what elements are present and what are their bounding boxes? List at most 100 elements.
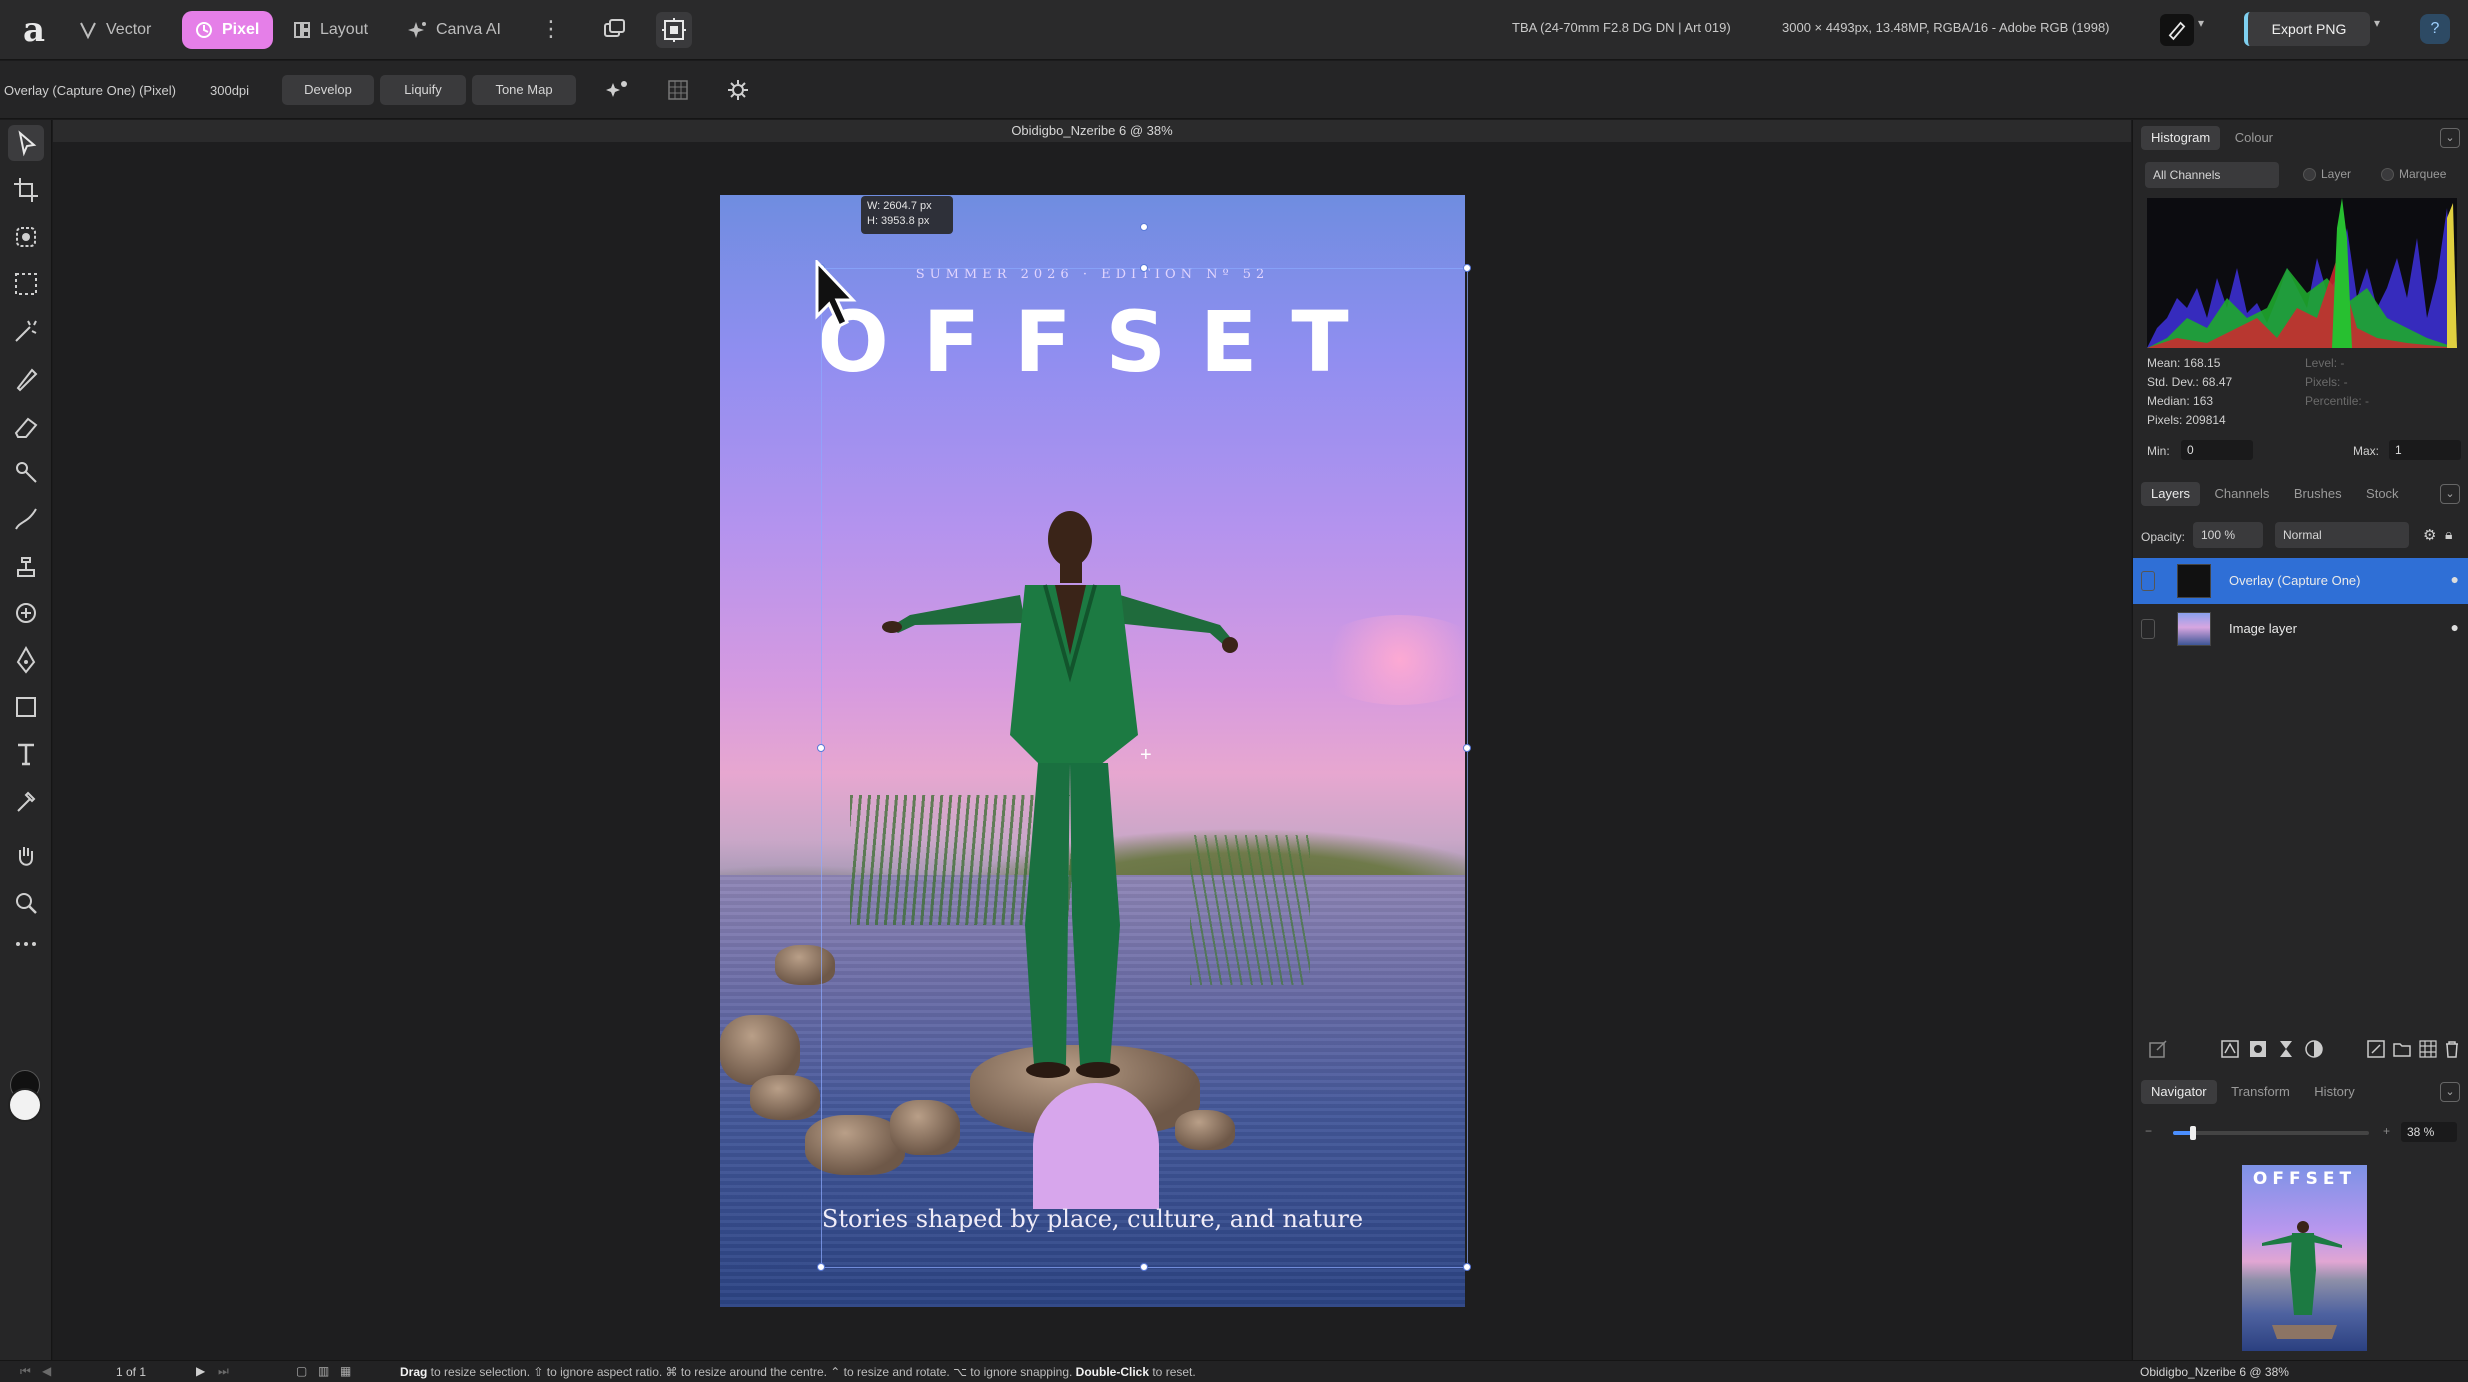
persona-vector-button[interactable]: Vector (66, 11, 165, 49)
previous-page-icon[interactable]: ◀ (42, 1364, 51, 1378)
layer-drag-handle-icon[interactable] (2141, 619, 2155, 639)
opacity-field[interactable]: 100 % (2193, 522, 2263, 548)
erase-brush-tool-icon[interactable] (8, 407, 44, 443)
zoom-slider[interactable] (2173, 1126, 2369, 1140)
more-tools-icon[interactable] (8, 926, 44, 950)
hand-tool-icon[interactable] (8, 838, 44, 874)
export-png-button[interactable]: Export PNG (2244, 12, 2370, 46)
more-options-icon[interactable]: ⋮ (540, 14, 562, 44)
tab-brushes[interactable]: Brushes (2284, 482, 2352, 506)
resize-handle-bottom-left[interactable] (817, 1263, 825, 1271)
persona-layout-button[interactable]: Layout (280, 11, 382, 49)
resize-handle-top-right[interactable] (1463, 264, 1471, 272)
zoom-out-icon[interactable]: − (2145, 1124, 2152, 1138)
view-single-icon[interactable]: ▢ (296, 1364, 307, 1378)
marquee-tool-icon[interactable] (8, 266, 44, 302)
transform-center-icon[interactable]: + (1140, 745, 1152, 765)
zoom-slider-knob[interactable] (2189, 1126, 2196, 1140)
eye-icon[interactable]: ● (2451, 571, 2459, 587)
clone-brush-tool-icon[interactable] (8, 548, 44, 584)
flood-select-tool-icon[interactable] (8, 313, 44, 349)
channel-select[interactable]: All Channels (2145, 162, 2279, 188)
paint-brush-tool-icon[interactable] (8, 360, 44, 396)
mask-layer-icon[interactable] (2247, 1038, 2269, 1060)
tab-stock[interactable]: Stock (2356, 482, 2409, 506)
zoom-in-icon[interactable]: + (2383, 1124, 2390, 1138)
develop-button[interactable]: Develop (282, 75, 374, 105)
persona-pixel-button[interactable]: Pixel (182, 11, 274, 49)
export-options-chevron-icon[interactable]: ▾ (2374, 16, 2380, 30)
auto-enhance-icon[interactable] (605, 77, 631, 103)
resize-handle-right[interactable] (1463, 744, 1471, 752)
zoom-field[interactable]: 38 % (2401, 1122, 2457, 1142)
settings-gear-icon[interactable] (725, 77, 751, 103)
tone-map-button[interactable]: Tone Map (472, 75, 576, 105)
tab-navigator[interactable]: Navigator (2141, 1080, 2217, 1104)
layer-settings-gear-icon[interactable]: ⚙ (2423, 526, 2436, 544)
app-logo-icon[interactable]: a (14, 10, 54, 50)
persona-canva-ai-button[interactable]: Canva AI (396, 11, 515, 49)
delete-layer-icon[interactable] (2441, 1038, 2463, 1060)
fill-layer-icon[interactable] (2303, 1038, 2325, 1060)
histogram-panel-menu-icon[interactable]: ⌄ (2440, 128, 2460, 148)
view-spread-icon[interactable]: ▥ (318, 1364, 329, 1378)
healing-brush-tool-icon[interactable] (8, 595, 44, 631)
rotate-handle[interactable] (1140, 223, 1148, 231)
add-group-icon[interactable] (2391, 1038, 2413, 1060)
eye-icon[interactable]: ● (2451, 619, 2459, 635)
play-icon[interactable]: ▶ (196, 1364, 205, 1378)
rectangle-tool-icon[interactable] (8, 689, 44, 725)
resize-handle-left[interactable] (817, 744, 825, 752)
resize-handle-bottom[interactable] (1140, 1263, 1148, 1271)
dpi-label[interactable]: 300dpi (210, 83, 249, 98)
tab-transform[interactable]: Transform (2221, 1080, 2300, 1104)
navigator-panel-menu-icon[interactable]: ⌄ (2440, 1082, 2460, 1102)
tab-colour[interactable]: Colour (2225, 126, 2283, 150)
first-page-icon[interactable]: ⏮ (20, 1364, 31, 1379)
blend-mode-select[interactable]: Normal (2275, 522, 2409, 548)
tab-history[interactable]: History (2304, 1080, 2364, 1104)
layer-radio[interactable]: Layer (2303, 167, 2351, 181)
pen-pressure-icon[interactable] (2160, 14, 2194, 46)
text-tool-icon[interactable] (8, 736, 44, 772)
live-filter-icon[interactable] (2275, 1038, 2297, 1060)
secondary-color-swatch[interactable] (8, 1088, 42, 1122)
max-field[interactable]: 1 (2389, 440, 2461, 460)
document-tab[interactable]: Obidigbo_Nzeribe 6 @ 38% (53, 120, 2131, 142)
zoom-tool-icon[interactable] (8, 885, 44, 921)
layer-row[interactable]: Overlay (Capture One) ● (2133, 558, 2468, 604)
canvas-area[interactable]: Obidigbo_Nzeribe 6 @ 38% SUMMER 2026 · E… (53, 120, 2131, 1360)
lock-icon[interactable]: 🔒︎ (2445, 526, 2452, 543)
layer-drag-handle-icon[interactable] (2141, 571, 2155, 591)
pen-tool-icon[interactable] (8, 642, 44, 678)
edit-layer-icon[interactable] (2147, 1038, 2169, 1060)
tab-histogram[interactable]: Histogram (2141, 126, 2221, 150)
selection-bounding-box[interactable] (821, 268, 1468, 1268)
view-pages-icon[interactable]: ▦ (340, 1364, 351, 1378)
help-button[interactable]: ? (2420, 14, 2450, 44)
snapping-icon[interactable] (656, 12, 692, 48)
grid-overlay-icon[interactable] (665, 77, 691, 103)
color-picker-tool-icon[interactable] (8, 783, 44, 819)
smudge-brush-tool-icon[interactable] (8, 501, 44, 537)
tab-layers[interactable]: Layers (2141, 482, 2201, 506)
liquify-button[interactable]: Liquify (380, 75, 466, 105)
resize-handle-top[interactable] (1140, 264, 1148, 272)
chevron-down-icon[interactable]: ▾ (2198, 16, 2204, 30)
dodge-brush-tool-icon[interactable] (8, 454, 44, 490)
studio-link-icon[interactable] (596, 12, 632, 48)
last-page-icon[interactable]: ⏭ (218, 1364, 229, 1379)
adjustment-layer-icon[interactable] (2219, 1038, 2241, 1060)
move-tool-icon[interactable] (8, 125, 44, 161)
resize-handle-bottom-right[interactable] (1463, 1263, 1471, 1271)
min-field[interactable]: 0 (2181, 440, 2253, 460)
grid-layer-icon[interactable] (2417, 1038, 2439, 1060)
crop-tool-icon[interactable] (8, 172, 44, 208)
add-pixel-layer-icon[interactable] (2365, 1038, 2387, 1060)
layer-name[interactable]: Overlay (Capture One) (2229, 573, 2361, 588)
navigator-thumbnail[interactable]: OFFSET (2242, 1165, 2367, 1351)
layer-row[interactable]: Image layer ● (2133, 606, 2468, 652)
layer-name[interactable]: Image layer (2229, 621, 2297, 636)
selection-brush-tool-icon[interactable] (8, 219, 44, 255)
tab-channels[interactable]: Channels (2204, 482, 2279, 506)
